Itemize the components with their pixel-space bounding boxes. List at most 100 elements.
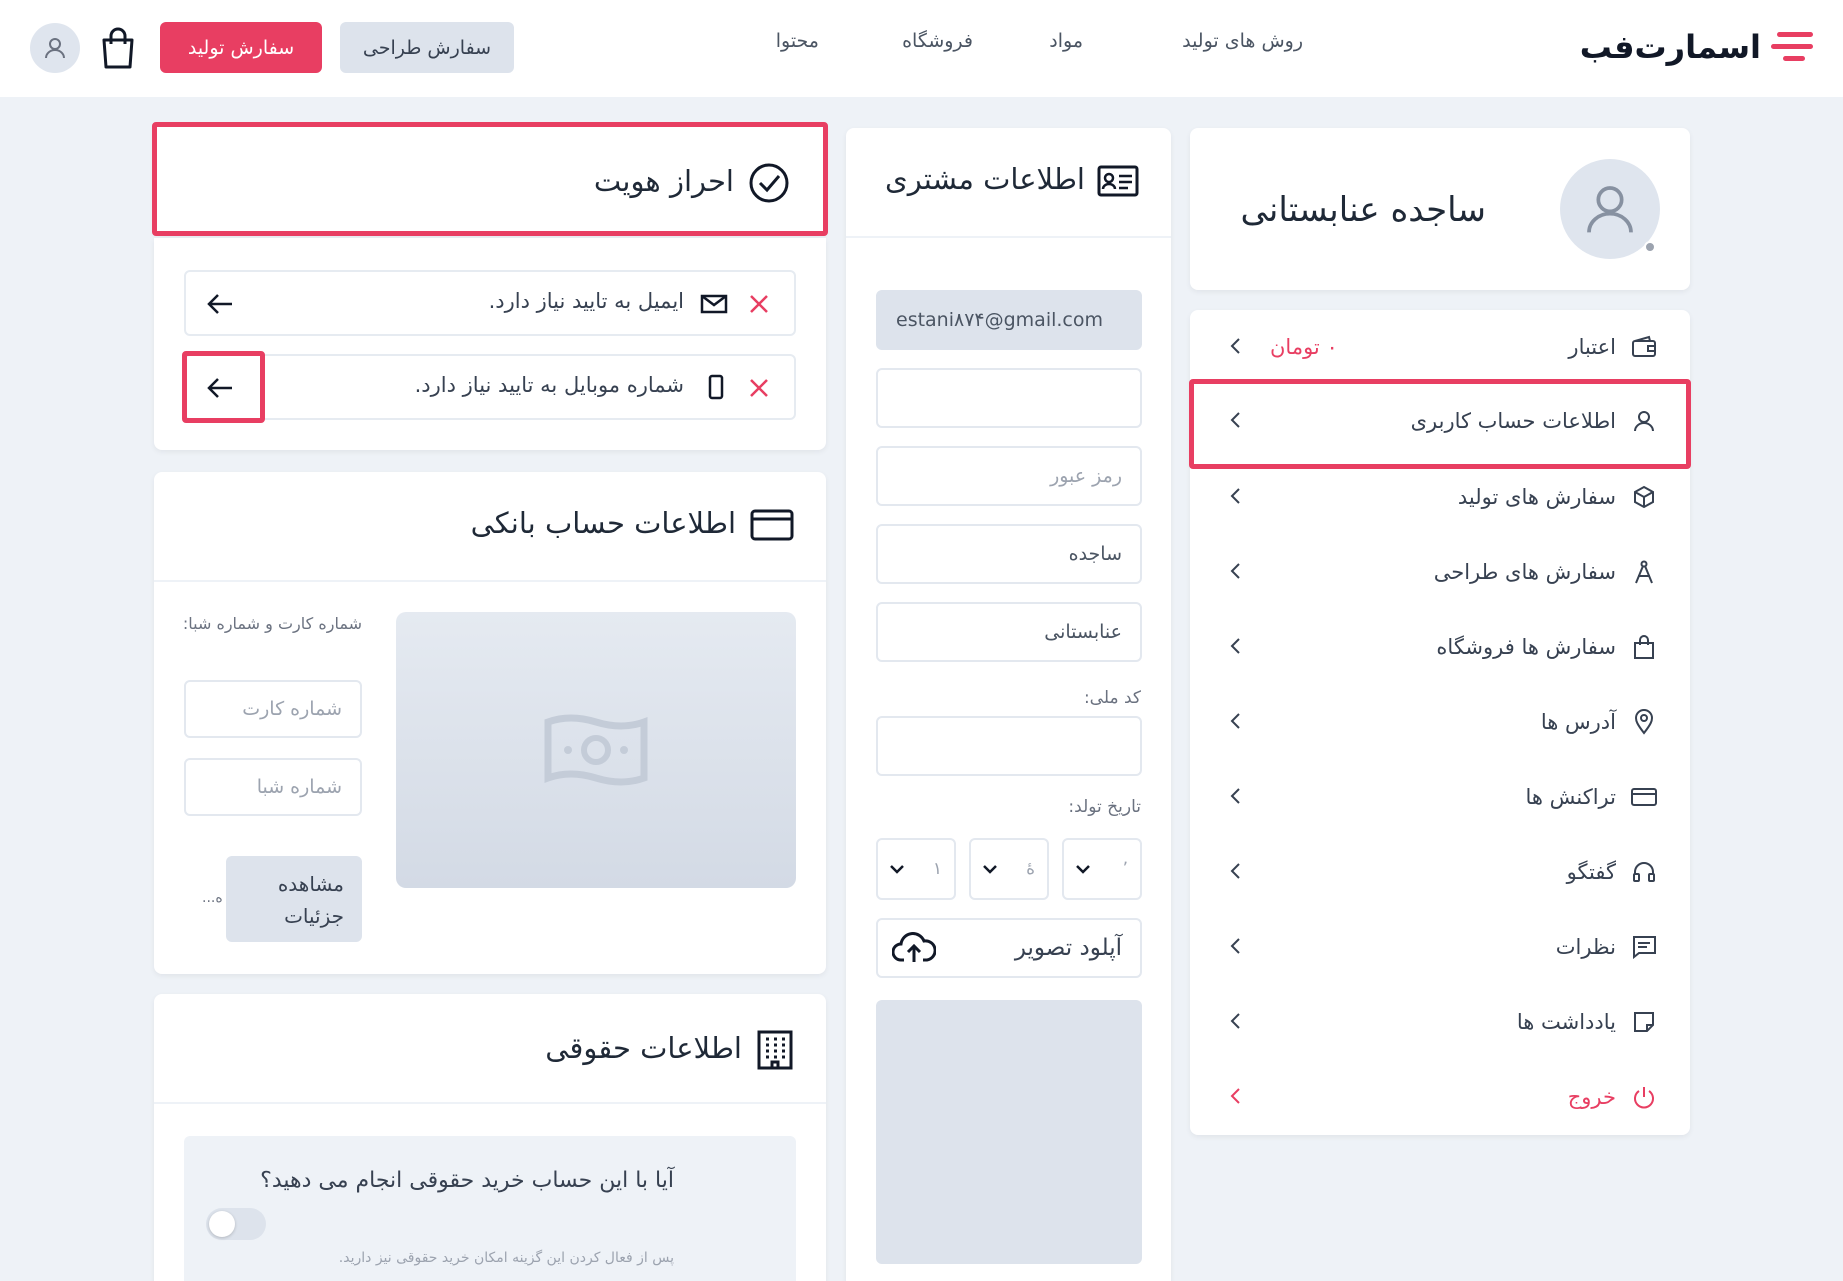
menu-item-label: خروج xyxy=(1567,1085,1616,1109)
menu-item-account-info[interactable]: اطلاعات حساب کاربری xyxy=(1190,384,1690,458)
mobile-verify-text: شماره موبایل به تایید نیاز دارد. xyxy=(414,373,684,397)
bank-account-title: اطلاعات حساب بانکی xyxy=(471,506,794,541)
identity-card: ایمیل به تایید نیاز دارد. شماره موبایل ب… xyxy=(154,238,826,450)
profile-card: ساجده عنابستانی xyxy=(1190,128,1690,290)
legal-info-title: اطلاعات حقوقی xyxy=(545,1030,794,1070)
menu-item-credit[interactable]: اعتبار ۰ تومان xyxy=(1190,310,1690,384)
birth-date-group: ۱ ۀ ٬ xyxy=(876,838,1142,900)
legal-purchase-toggle[interactable] xyxy=(206,1208,266,1240)
chevron-down-icon xyxy=(983,865,997,874)
menu-item-addresses[interactable]: آدرس ها xyxy=(1190,685,1690,759)
chevron-left-icon xyxy=(1230,338,1240,354)
chevron-left-icon xyxy=(1230,938,1240,954)
note-icon xyxy=(1634,1012,1654,1032)
nav-materials[interactable]: مواد xyxy=(1049,30,1083,52)
menu-item-transactions[interactable]: تراکنش ها xyxy=(1190,760,1690,834)
bank-card-image xyxy=(396,612,796,888)
view-details-button[interactable]: مشاهده جزئیات xyxy=(226,856,362,942)
power-icon xyxy=(1634,1087,1654,1109)
chevron-left-icon xyxy=(1230,788,1240,804)
money-icon xyxy=(544,714,648,786)
design-order-button[interactable]: سفارش طراحی xyxy=(340,22,514,73)
production-order-button[interactable]: سفارش تولید xyxy=(160,22,322,73)
legal-purchase-question: آیا با این حساب خرید حقوقی انجام می دهید… xyxy=(260,1168,674,1193)
arrow-left-icon[interactable] xyxy=(206,376,234,400)
email-field[interactable]: estani۸۷۴@gmail.com xyxy=(876,290,1142,350)
menu-item-label: گفتگو xyxy=(1566,860,1616,884)
menu-item-comments[interactable]: نظرات xyxy=(1190,910,1690,984)
chevron-down-icon xyxy=(1076,865,1090,874)
customer-info-title: اطلاعات مشتری xyxy=(885,162,1139,197)
chevron-left-icon xyxy=(1230,1088,1240,1104)
card-number-field[interactable]: شماره کارت xyxy=(184,680,362,738)
national-code-field[interactable] xyxy=(876,716,1142,776)
shopping-bag-icon[interactable] xyxy=(100,26,136,70)
check-circle-icon xyxy=(749,163,789,203)
building-icon xyxy=(757,1030,793,1070)
menu-item-design-orders[interactable]: سفارش های طراحی xyxy=(1190,535,1690,609)
user-icon xyxy=(1634,411,1654,432)
menu-item-production-orders[interactable]: سفارش های تولید xyxy=(1190,460,1690,534)
sheba-number-field[interactable]: شماره شبا xyxy=(184,758,362,816)
arrow-left-icon[interactable] xyxy=(206,292,234,316)
user-avatar[interactable] xyxy=(30,23,80,73)
logo-text: اسمارت‌فب xyxy=(1579,28,1762,66)
nav-shop[interactable]: فروشگاه xyxy=(902,30,973,52)
menu-item-logout[interactable]: خروج xyxy=(1190,1060,1690,1134)
user-icon xyxy=(1587,186,1633,233)
menu-item-label: سفارش های طراحی xyxy=(1433,560,1616,584)
mobile-phone-icon xyxy=(708,374,724,400)
mail-icon xyxy=(700,294,728,314)
bank-hint: شماره کارت و شماره شبا: xyxy=(182,614,362,633)
headset-icon xyxy=(1633,862,1655,882)
customer-info-card: اطلاعات مشتری estani۸۷۴@gmail.com رمز عب… xyxy=(846,128,1171,1281)
mobile-field[interactable] xyxy=(876,368,1142,428)
close-icon xyxy=(750,379,768,397)
identity-header-card: احراز هویت xyxy=(154,124,826,234)
menu-item-label: اعتبار xyxy=(1568,335,1616,359)
bank-ellipsis: ...ه xyxy=(202,890,223,906)
upload-image-button[interactable]: آپلود تصویر xyxy=(876,918,1142,978)
email-verify-row[interactable]: ایمیل به تایید نیاز دارد. xyxy=(184,270,796,336)
logo[interactable]: اسمارت‌فب xyxy=(1580,22,1815,72)
menu-item-label: آدرس ها xyxy=(1540,710,1616,734)
close-icon xyxy=(750,295,768,313)
first-name-field[interactable]: ساجده xyxy=(876,524,1142,584)
credit-balance: ۰ تومان xyxy=(1270,335,1338,359)
birth-year-select[interactable]: ۱ xyxy=(876,838,956,900)
profile-name: ساجده عنابستانی xyxy=(1240,190,1486,230)
birth-month-select[interactable]: ۀ xyxy=(969,838,1049,900)
top-header: اسمارت‌فب روش های تولید مواد فروشگاه محت… xyxy=(0,0,1843,97)
image-preview xyxy=(876,1000,1142,1264)
logo-mark-icon xyxy=(1771,32,1813,61)
menu-item-label: تراکنش ها xyxy=(1525,785,1616,809)
chevron-left-icon xyxy=(1230,488,1240,504)
national-code-label: کد ملی: xyxy=(1083,688,1141,708)
comment-icon xyxy=(1633,936,1656,959)
user-icon xyxy=(45,38,65,59)
nav-production-methods[interactable]: روش های تولید xyxy=(1182,30,1303,52)
last-name-field[interactable]: عنابستانی xyxy=(876,602,1142,662)
legal-info-card: اطلاعات حقوقی آیا با این حساب خرید حقوقی… xyxy=(154,994,826,1281)
compass-icon xyxy=(1635,560,1653,584)
birth-day-select[interactable]: ٬ xyxy=(1062,838,1142,900)
menu-item-chat[interactable]: گفتگو xyxy=(1190,835,1690,909)
chevron-left-icon xyxy=(1230,412,1240,428)
email-verify-text: ایمیل به تایید نیاز دارد. xyxy=(488,289,684,313)
chevron-left-icon xyxy=(1230,1013,1240,1029)
password-field[interactable]: رمز عبور xyxy=(876,446,1142,506)
menu-item-label: اطلاعات حساب کاربری xyxy=(1410,409,1616,433)
bag-icon xyxy=(1634,635,1654,659)
nav-content[interactable]: محتوا xyxy=(776,30,819,52)
chevron-left-icon xyxy=(1230,713,1240,729)
location-icon xyxy=(1634,709,1654,735)
mobile-verify-row[interactable]: شماره موبایل به تایید نیاز دارد. xyxy=(184,354,796,420)
id-card-icon xyxy=(1097,165,1139,197)
card-icon xyxy=(1631,788,1657,806)
menu-item-notes[interactable]: یادداشت ها xyxy=(1190,985,1690,1059)
bank-account-card: اطلاعات حساب بانکی شماره کارت و شماره شب… xyxy=(154,472,826,974)
chevron-left-icon xyxy=(1230,863,1240,879)
menu-item-label: سفارش های تولید xyxy=(1457,485,1616,509)
box-icon xyxy=(1634,485,1654,509)
menu-item-shop-orders[interactable]: سفارش ها فروشگاه xyxy=(1190,610,1690,684)
